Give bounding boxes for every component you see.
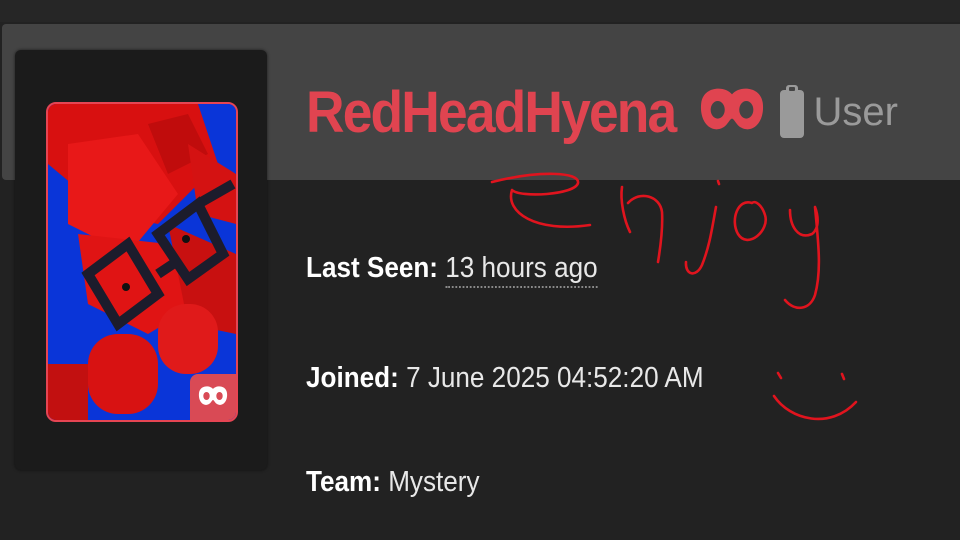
username-row: RedHeadHyena User: [306, 72, 898, 152]
mask-icon: [699, 85, 765, 139]
username[interactable]: RedHeadHyena: [306, 79, 677, 146]
avatar-image: [48, 104, 236, 420]
joined-line: Joined: 7 June 2025 04:52:20 AM: [306, 362, 704, 395]
clipboard-icon: [779, 84, 805, 140]
last-seen-line: Last Seen: 13 hours ago: [306, 252, 598, 288]
top-strip: [0, 0, 960, 22]
last-seen-value[interactable]: 13 hours ago: [445, 252, 598, 288]
avatar[interactable]: [46, 102, 238, 422]
team-value[interactable]: Mystery: [388, 466, 479, 498]
role-label: User: [813, 89, 898, 134]
team-line: Team: Mystery: [306, 466, 480, 499]
avatar-badge: [190, 374, 236, 420]
joined-label: Joined:: [306, 362, 399, 394]
joined-value: 7 June 2025 04:52:20 AM: [406, 362, 704, 394]
team-label: Team:: [306, 466, 381, 498]
mask-icon: [198, 385, 228, 409]
last-seen-label: Last Seen:: [306, 252, 439, 284]
